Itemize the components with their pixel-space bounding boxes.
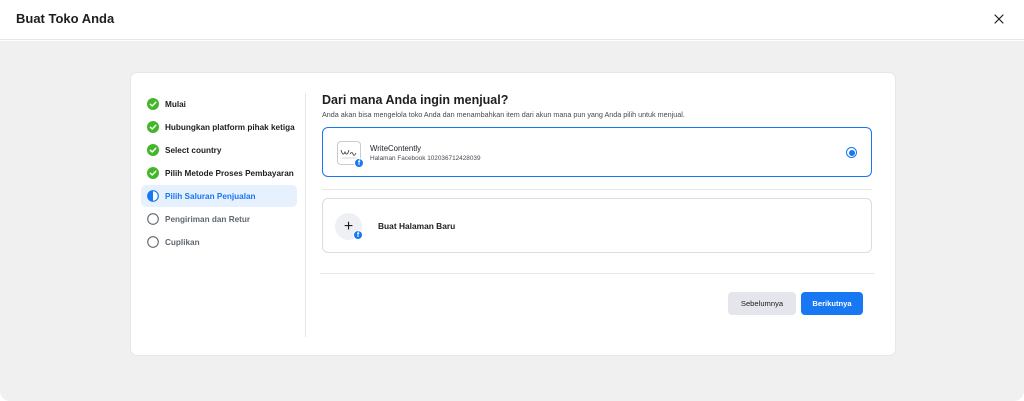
empty-circle-icon [147,213,159,225]
radio-dot [848,149,855,156]
half-circle-progress-icon [147,190,159,202]
check-circle-icon [147,98,159,110]
check-circle-icon [147,144,159,156]
create-new-page-label: Buat Halaman Baru [378,221,456,231]
facebook-icon: f [354,158,364,168]
step-label: Hubungkan platform pihak ketiga [165,122,295,132]
option-divider [322,189,872,190]
check-circle-icon [147,167,159,179]
step-label: Mulai [165,99,186,109]
step-label: Select country [165,145,222,155]
step-label: Cuplikan [165,237,200,247]
step-select-country[interactable]: Select country [141,139,297,161]
close-button[interactable] [990,10,1008,28]
close-icon [994,14,1004,24]
empty-circle-icon [147,236,159,248]
step-pengiriman-retur[interactable]: Pengiriman dan Retur [141,208,297,230]
page-radio-selected[interactable] [846,147,857,158]
page-name: WriteContently [370,144,421,153]
previous-button[interactable]: Sebelumnya [728,292,796,315]
next-button[interactable]: Berikutnya [801,292,863,315]
dialog-title: Buat Toko Anda [16,11,115,26]
step-label: Pilih Metode Proses Pembayaran [165,168,294,178]
step-cuplikan[interactable]: Cuplikan [141,231,297,253]
check-circle-icon [147,121,159,133]
page-title: Dari mana Anda ingin menjual? [322,93,509,107]
step-label: Pengiriman dan Retur [165,214,251,224]
page-option-writecontently[interactable]: f WriteContently Halaman Facebook 102036… [322,127,872,177]
step-mulai[interactable]: Mulai [141,93,297,115]
step-label: Pilih Saluran Penjualan [165,191,256,201]
page-subtitle: Anda akan bisa mengelola toko Anda dan m… [322,110,685,119]
main-panel: Dari mana Anda ingin menjual? Anda akan … [320,93,874,315]
step-metode-pembayaran[interactable]: Pilih Metode Proses Pembayaran [141,162,297,184]
sidebar-divider [305,93,306,337]
step-list: Mulai Hubungkan platform pihak ketiga Se… [141,93,297,254]
step-hubungkan-platform[interactable]: Hubungkan platform pihak ketiga [141,116,297,138]
facebook-icon: f [353,230,363,240]
dialog-header: Buat Toko Anda [0,0,1024,40]
page-detail: Halaman Facebook 102036712428039 [370,155,481,162]
dialog-body: Mulai Hubungkan platform pihak ketiga Se… [0,41,1024,401]
setup-card: Mulai Hubungkan platform pihak ketiga Se… [131,73,895,355]
footer-divider [320,273,874,274]
create-new-page-option[interactable]: + f Buat Halaman Baru [322,198,872,253]
step-saluran-penjualan[interactable]: Pilih Saluran Penjualan [141,185,297,207]
